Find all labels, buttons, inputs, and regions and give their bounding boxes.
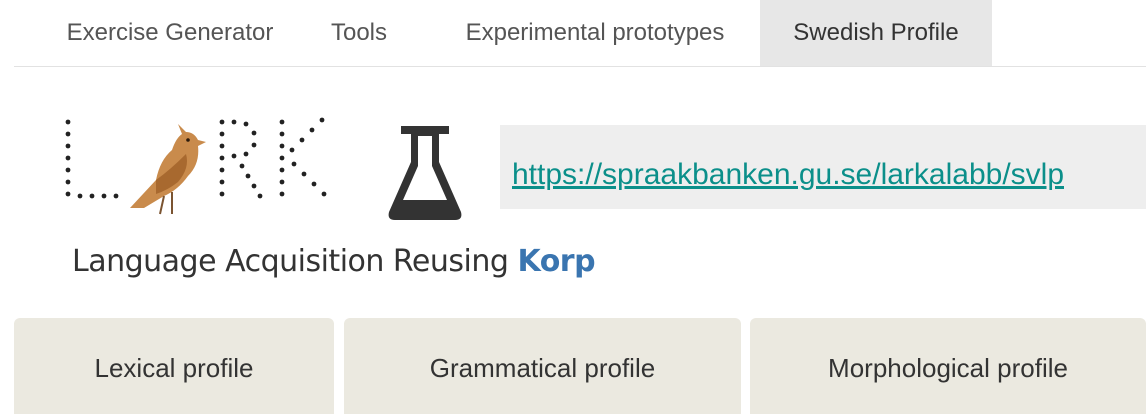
url-banner: https://spraakbanken.gu.se/larkalabb/svl… [500,125,1146,209]
top-navigation: Exercise Generator Tools Experimental pr… [14,0,1146,67]
tagline-text: Language Acquisition Reusing [72,244,518,279]
profile-label: Grammatical profile [429,352,656,383]
lark-logo [65,117,327,215]
tab-experimental-prototypes[interactable]: Experimental prototypes [440,0,750,66]
profile-label: Morphological profile [828,352,1068,383]
tab-swedish-profile[interactable]: Swedish Profile [760,0,992,66]
morphological-profile-button[interactable]: Morphological profile [750,318,1146,414]
profile-label: Lexical profile [94,352,254,383]
lark-bird-icon [130,124,206,215]
tagline: Language Acquisition Reusing Korp [72,244,596,279]
lexical-profile-button[interactable]: Lexical profile [14,318,334,414]
tab-exercise-generator[interactable]: Exercise Generator [54,0,286,66]
grammatical-profile-button[interactable]: Grammatical profile [344,318,741,414]
page: Exercise Generator Tools Experimental pr… [0,0,1146,414]
tagline-accent: Korp [517,244,596,279]
larkalabb-link[interactable]: https://spraakbanken.gu.se/larkalabb/svl… [512,158,1064,192]
tab-tools[interactable]: Tools [310,0,408,66]
flask-icon [388,126,462,220]
